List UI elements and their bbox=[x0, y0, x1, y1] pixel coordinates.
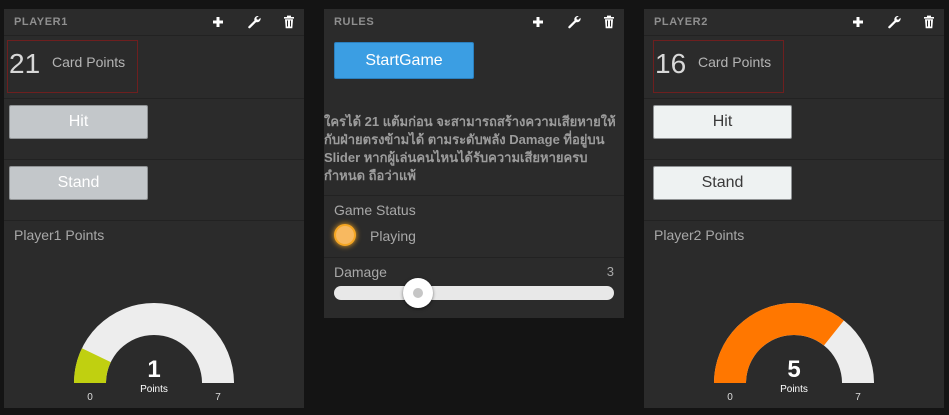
plus-icon[interactable] bbox=[210, 14, 226, 30]
gauge-units: Points bbox=[780, 384, 808, 395]
hit-row: Hit bbox=[644, 98, 944, 159]
stand-button[interactable]: Stand bbox=[653, 166, 792, 200]
rules-description: ใครได้ 21 แต้มก่อน จะสามารถสร้างความเสีย… bbox=[324, 114, 616, 183]
gauge-min: 0 bbox=[87, 392, 93, 403]
stand-row: Stand bbox=[4, 159, 304, 220]
card-points-display: 16 Card Points bbox=[653, 40, 784, 93]
gauge-value: 1 bbox=[147, 356, 160, 383]
status-indicator-icon bbox=[334, 224, 356, 246]
wrench-icon[interactable] bbox=[246, 14, 262, 30]
hit-button[interactable]: Hit bbox=[9, 105, 148, 139]
rules-body: StartGame ใครได้ 21 แต้มก่อน จะสามารถสร้… bbox=[324, 35, 624, 195]
stand-button[interactable]: Stand bbox=[9, 166, 148, 200]
card-points-label: Card Points bbox=[52, 54, 126, 70]
card-points-row: 21 Card Points bbox=[4, 35, 304, 98]
gauge-units: Points bbox=[140, 384, 168, 395]
slider-handle[interactable] bbox=[403, 278, 433, 308]
wrench-icon[interactable] bbox=[566, 14, 582, 30]
wrench-icon[interactable] bbox=[886, 14, 902, 30]
pane-title: PLAYER1 bbox=[14, 16, 68, 28]
gauge-max: 7 bbox=[855, 392, 861, 403]
card-points-row: 16 Card Points bbox=[644, 35, 944, 98]
card-points-value: 21 bbox=[9, 48, 41, 79]
points-gauge-row: Player2 Points 5 Points 0 7 bbox=[644, 220, 944, 409]
card-points-display: 21 Card Points bbox=[7, 40, 138, 93]
gauge-fill bbox=[714, 303, 844, 383]
player1-header: PLAYER1 bbox=[4, 9, 304, 35]
points-gauge: 5Points 0 7 bbox=[714, 303, 874, 403]
pane-title: RULES bbox=[334, 16, 375, 28]
gauge-min: 0 bbox=[727, 392, 733, 403]
stand-row: Stand bbox=[644, 159, 944, 220]
slider-handle-dot bbox=[413, 288, 423, 298]
plus-icon[interactable] bbox=[530, 14, 546, 30]
damage-slider[interactable] bbox=[334, 278, 614, 308]
points-gauge-row: Player1 Points 1 Points 0 7 bbox=[4, 220, 304, 409]
player1-pane: PLAYER1 21 Card Points Hit Stand Player1… bbox=[4, 9, 304, 408]
hit-button[interactable]: Hit bbox=[653, 105, 792, 139]
points-gauge: 1Points 0 7 bbox=[74, 303, 234, 403]
damage-label: Damage bbox=[334, 264, 387, 280]
trash-icon[interactable] bbox=[601, 14, 617, 30]
game-status-heading: Game Status bbox=[334, 202, 416, 218]
card-points-label: Card Points bbox=[698, 54, 772, 70]
rules-header: RULES bbox=[324, 9, 624, 35]
rules-pane: RULES StartGame ใครได้ 21 แต้มก่อน จะสาม… bbox=[324, 9, 624, 318]
trash-icon[interactable] bbox=[281, 14, 297, 30]
card-points-value: 16 bbox=[655, 48, 687, 79]
gauge-max: 7 bbox=[215, 392, 221, 403]
damage-row: Damage 3 bbox=[324, 257, 624, 319]
player2-pane: PLAYER2 16 Card Points Hit Stand Player2… bbox=[644, 9, 944, 408]
plus-icon[interactable] bbox=[850, 14, 866, 30]
hit-row: Hit bbox=[4, 98, 304, 159]
start-game-button[interactable]: StartGame bbox=[334, 42, 474, 79]
pane-title: PLAYER2 bbox=[654, 16, 708, 28]
damage-value: 3 bbox=[606, 264, 614, 279]
gauge-value: 5 bbox=[787, 356, 800, 383]
game-status-row: Game Status Playing bbox=[324, 195, 624, 257]
trash-icon[interactable] bbox=[921, 14, 937, 30]
player2-header: PLAYER2 bbox=[644, 9, 944, 35]
game-status-text: Playing bbox=[370, 228, 416, 244]
